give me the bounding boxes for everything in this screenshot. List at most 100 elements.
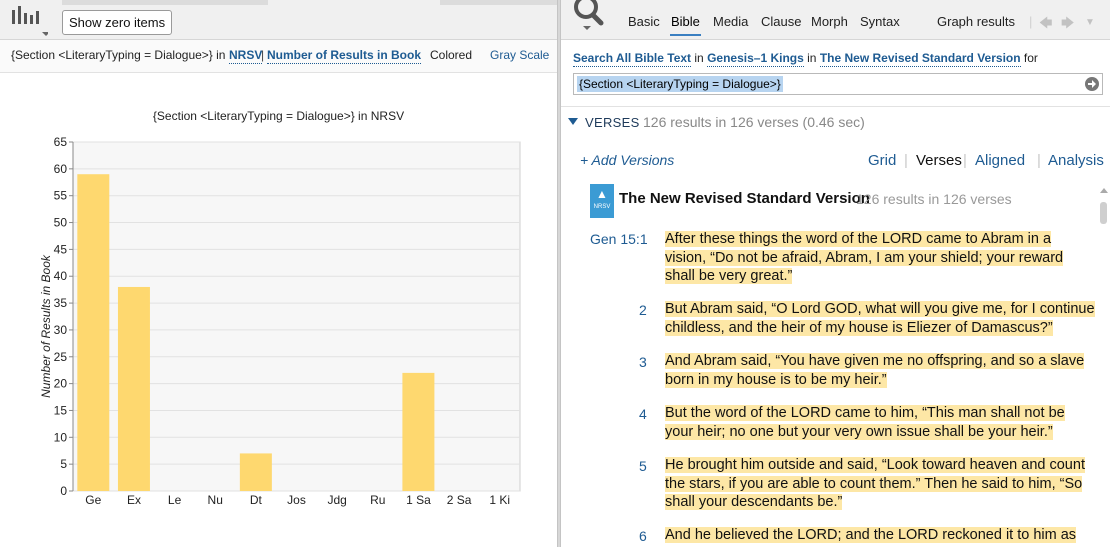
- verse-ref[interactable]: 5: [639, 458, 647, 474]
- verse-ref[interactable]: 6: [639, 528, 647, 544]
- verse-highlight: He brought him outside and said, “Look t…: [665, 457, 1085, 511]
- back-arrow-icon[interactable]: 🡄: [1039, 14, 1052, 36]
- verse-text: He brought him outside and said, “Look t…: [665, 456, 1095, 512]
- view-analysis[interactable]: Analysis: [1048, 152, 1104, 169]
- forward-arrow-icon[interactable]: 🡆: [1061, 14, 1074, 36]
- x-tick-label: Ru: [370, 493, 385, 507]
- go-arrow-icon[interactable]: [1085, 77, 1099, 91]
- verse-text: But the word of the LORD came to him, “T…: [665, 404, 1095, 441]
- bar-ge: [77, 174, 110, 491]
- view-grid[interactable]: Grid: [868, 152, 896, 169]
- view-verses[interactable]: Verses: [916, 152, 962, 169]
- y-tick-label: 0: [60, 484, 67, 498]
- x-tick-label: Le: [168, 493, 182, 507]
- x-tick-label: Nu: [208, 493, 223, 507]
- y-axis-label: Number of Results in Book: [39, 254, 53, 398]
- y-tick-label: 10: [54, 430, 68, 444]
- tab-media[interactable]: Media: [713, 14, 748, 29]
- version-link[interactable]: The New Revised Standard Version: [819, 51, 1021, 67]
- tab-basic[interactable]: Basic: [628, 14, 660, 29]
- verse-ref[interactable]: 2: [639, 302, 647, 318]
- query-label: {Section <LiteraryTyping = Dialogue>} in: [11, 48, 226, 62]
- verse-text: But Abram said, “O Lord GOD, what will y…: [665, 300, 1095, 337]
- scrollbar[interactable]: [1099, 188, 1108, 547]
- search-icon[interactable]: [569, 0, 609, 32]
- search-query-text: {Section <LiteraryTyping = Dialogue>}: [577, 76, 783, 92]
- verse-ref[interactable]: 4: [639, 406, 647, 422]
- y-tick-label: 55: [54, 189, 68, 203]
- in-label: in: [807, 51, 817, 65]
- verses-section-header[interactable]: VERSES 126 results in 126 verses (0.46 s…: [561, 106, 1110, 137]
- tab-syntax[interactable]: Syntax: [860, 14, 900, 29]
- verse-highlight: But the word of the LORD came to him, “T…: [665, 405, 1065, 440]
- verse-ref[interactable]: Gen 15:1: [590, 231, 648, 247]
- tab-clause[interactable]: Clause: [761, 14, 801, 29]
- tab-bible[interactable]: Bible: [671, 14, 700, 29]
- chevron-down-icon[interactable]: ▼: [1085, 17, 1095, 28]
- scroll-up-icon[interactable]: [1100, 188, 1108, 193]
- collapse-triangle-icon[interactable]: [568, 118, 578, 125]
- chart-title: {Section <LiteraryTyping = Dialogue>} in…: [152, 109, 405, 123]
- search-toolbar: Basic Bible Media Clause Morph Syntax Gr…: [561, 0, 1110, 40]
- y-tick-label: 65: [54, 135, 68, 149]
- tab-stub: [62, 0, 268, 5]
- search-input[interactable]: {Section <LiteraryTyping = Dialogue>}: [573, 73, 1103, 95]
- colored-option[interactable]: Colored: [430, 48, 472, 62]
- show-zero-items-button[interactable]: Show zero items: [62, 10, 173, 35]
- graph-panel: Show zero items {Section <LiteraryTyping…: [0, 0, 557, 547]
- bar-chart-icon[interactable]: [10, 4, 48, 38]
- x-tick-label: Ex: [127, 493, 141, 507]
- y-tick-label: 5: [60, 457, 67, 471]
- verses-label: VERSES: [585, 115, 640, 130]
- verse-highlight: And Abram said, “You have given me no of…: [665, 353, 1085, 388]
- bar-1-sa: [402, 372, 435, 491]
- for-label: for: [1023, 51, 1038, 65]
- x-tick-label: Jos: [287, 493, 306, 507]
- book-glyph-icon: ▲: [596, 187, 608, 201]
- bar-ex: [117, 286, 150, 491]
- separator: |: [904, 152, 908, 169]
- separator: |: [1029, 14, 1033, 29]
- scroll-thumb[interactable]: [1100, 202, 1107, 224]
- verse-highlight: But Abram said, “O Lord GOD, what will y…: [665, 301, 1095, 336]
- y-tick-label: 15: [54, 403, 68, 417]
- x-tick-label: Ge: [85, 493, 101, 507]
- search-scope-link[interactable]: Search All Bible Text: [573, 51, 692, 67]
- separator: |: [261, 48, 265, 62]
- verse-ref[interactable]: 3: [639, 354, 647, 370]
- search-description: Search All Bible Text in Genesis–1 Kings…: [573, 51, 1038, 67]
- verse-highlight: After these things the word of the LORD …: [665, 231, 1064, 285]
- in-label: in: [694, 51, 704, 65]
- view-aligned[interactable]: Aligned: [975, 152, 1025, 169]
- book-icon-label: NRSV: [593, 204, 611, 210]
- tab-morph[interactable]: Morph: [811, 14, 848, 29]
- metric-link[interactable]: Number of Results in Book: [267, 48, 422, 64]
- y-tick-label: 45: [54, 242, 68, 256]
- search-panel: Basic Bible Media Clause Morph Syntax Gr…: [561, 0, 1110, 547]
- book-title[interactable]: The New Revised Standard Version: [619, 190, 870, 207]
- verse-text: And he believed the LORD; and the LORD r…: [665, 526, 1095, 545]
- bar-dt: [239, 453, 272, 491]
- y-tick-label: 35: [54, 296, 68, 310]
- y-tick-label: 50: [54, 216, 68, 230]
- range-link[interactable]: Genesis–1 Kings: [707, 51, 804, 67]
- x-tick-label: 1 Sa: [406, 493, 431, 507]
- x-tick-label: Jdg: [327, 493, 346, 507]
- graph-toolbar: Show zero items: [0, 0, 557, 40]
- separator: |: [1037, 152, 1041, 169]
- graph-settings-bar: {Section <LiteraryTyping = Dialogue>} in…: [0, 40, 557, 73]
- gray-scale-option[interactable]: Gray Scale: [490, 48, 549, 62]
- add-versions-link[interactable]: + Add Versions: [580, 152, 674, 168]
- verse-text: And Abram said, “You have given me no of…: [665, 352, 1095, 389]
- tab-stub: [440, 0, 557, 5]
- nrsv-book-icon[interactable]: ▲ NRSV: [590, 184, 614, 218]
- x-tick-label: 1 Ki: [489, 493, 510, 507]
- graph-results-button[interactable]: Graph results: [937, 14, 1015, 29]
- version-link[interactable]: NRSV: [229, 48, 263, 64]
- bar-chart: 0 5 10 15 20 25 30 35 40 45 50 55 60 65 Ge Ex Le Nu Dt Jos J…: [39, 135, 521, 507]
- x-tick-label: Dt: [250, 493, 263, 507]
- y-tick-label: 20: [54, 377, 68, 391]
- y-tick-label: 40: [54, 269, 68, 283]
- separator: |: [963, 152, 967, 169]
- verse-text: After these things the word of the LORD …: [665, 230, 1095, 286]
